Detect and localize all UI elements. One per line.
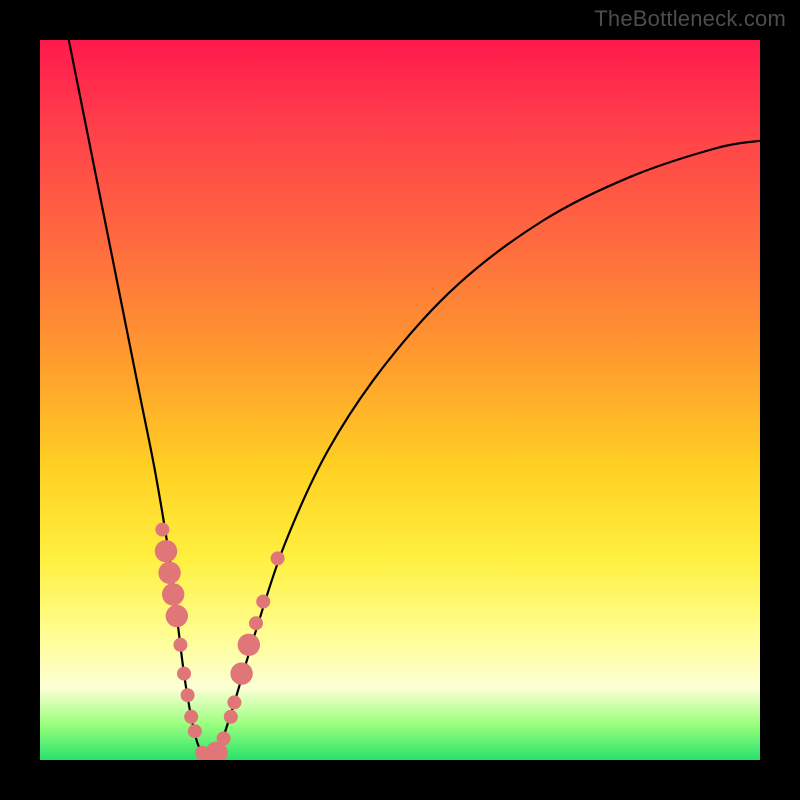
highlight-dot <box>173 638 187 652</box>
highlight-dot <box>271 551 285 565</box>
highlight-dot <box>158 562 180 584</box>
highlight-dot <box>184 710 198 724</box>
highlight-dot <box>227 695 241 709</box>
highlight-dot <box>188 724 202 738</box>
watermark-text: TheBottleneck.com <box>594 6 786 32</box>
highlight-dot <box>249 616 263 630</box>
highlight-dot <box>166 605 188 627</box>
highlight-dots-group <box>155 523 285 760</box>
highlight-dot <box>155 540 177 562</box>
highlight-dot <box>181 688 195 702</box>
highlight-dot <box>162 583 184 605</box>
highlight-dot <box>177 667 191 681</box>
curve-svg <box>40 40 760 760</box>
highlight-dot <box>238 634 260 656</box>
highlight-dot <box>155 523 169 537</box>
chart-stage: TheBottleneck.com <box>0 0 800 800</box>
highlight-dot <box>224 710 238 724</box>
highlight-dot <box>230 662 252 684</box>
highlight-dot <box>256 595 270 609</box>
plot-area <box>40 40 760 760</box>
bottleneck-curve-path <box>69 40 760 760</box>
highlight-dot <box>217 731 231 745</box>
